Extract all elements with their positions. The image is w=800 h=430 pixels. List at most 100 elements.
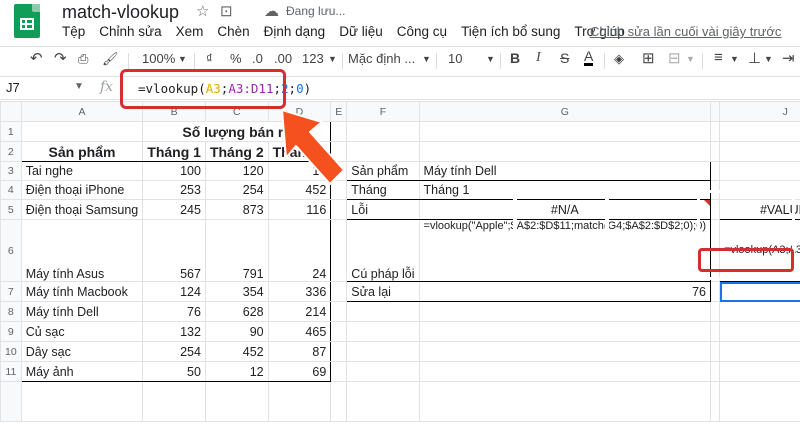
chevron-down-icon[interactable]: ▼: [686, 54, 695, 64]
cell-d5[interactable]: 116: [267, 199, 332, 220]
zoom-select[interactable]: 100%: [142, 51, 175, 66]
cell-a6[interactable]: Máy tính Asus: [20, 219, 144, 282]
cell-b6[interactable]: 567: [142, 219, 206, 282]
cell-c9[interactable]: 90: [204, 321, 269, 342]
cell-c6[interactable]: 791: [204, 219, 269, 282]
cell-b2[interactable]: Tháng 1: [142, 141, 206, 162]
borders-icon[interactable]: ⊞: [642, 49, 655, 67]
row-header-3[interactable]: 3: [0, 161, 22, 181]
cell-a1[interactable]: [20, 121, 144, 142]
cell-b9[interactable]: 132: [142, 321, 206, 342]
cell-c7[interactable]: 354: [204, 281, 269, 302]
spreadsheet-grid[interactable]: A B C D E F G J 1 Số lượng bán ra 2 Sản …: [0, 101, 800, 430]
cell-d9[interactable]: 465: [267, 321, 332, 342]
cell-a2[interactable]: Sản phẩm: [20, 141, 144, 162]
cell-j3[interactable]: [719, 161, 800, 181]
cell-b8[interactable]: 76: [142, 301, 206, 322]
vertical-align-icon[interactable]: ⊥: [748, 49, 761, 67]
row-header-1[interactable]: 1: [0, 121, 22, 142]
menu-item-edit[interactable]: Chỉnh sửa: [99, 24, 161, 42]
row-header-10[interactable]: 10: [0, 341, 22, 362]
paint-format-icon[interactable]: 🖌: [102, 51, 119, 67]
cell-g10[interactable]: [418, 341, 712, 362]
text-wrap-icon[interactable]: ⇥: [782, 49, 795, 67]
chevron-down-icon[interactable]: ▼: [486, 54, 495, 64]
cell-c5[interactable]: 873: [204, 199, 269, 220]
cell-c11[interactable]: 12: [204, 361, 269, 382]
cell-f6[interactable]: Cú pháp lỗi: [346, 219, 420, 282]
cell-j8[interactable]: [719, 301, 800, 322]
cell-e5[interactable]: [330, 199, 348, 220]
cell-f5[interactable]: Lỗi: [346, 199, 420, 220]
redo-icon[interactable]: ↷: [54, 49, 67, 67]
cell-a8[interactable]: Máy tính Dell: [20, 301, 144, 322]
cell-a9[interactable]: Củ sạc: [20, 321, 144, 342]
cell-f2[interactable]: [346, 141, 420, 162]
cell-g8[interactable]: [418, 301, 712, 322]
chevron-down-icon[interactable]: ▼: [74, 81, 84, 92]
cell-e7[interactable]: [330, 281, 348, 302]
row-header-8[interactable]: 8: [0, 301, 22, 322]
cell-j9[interactable]: [719, 321, 800, 342]
row-header-9[interactable]: 9: [0, 321, 22, 342]
cell-f3[interactable]: Sản phẩm: [346, 161, 420, 181]
chevron-down-icon[interactable]: ▼: [328, 54, 337, 64]
decrease-decimal-button[interactable]: .0: [252, 51, 263, 66]
cell-b11[interactable]: 50: [142, 361, 206, 382]
menu-item-file[interactable]: Tệp: [62, 24, 85, 42]
menu-item-insert[interactable]: Chèn: [217, 24, 249, 42]
font-size-select[interactable]: 10: [448, 51, 462, 66]
cell-b10[interactable]: 254: [142, 341, 206, 362]
cell-f4[interactable]: Tháng: [346, 180, 420, 200]
sheets-logo-icon[interactable]: [14, 4, 40, 38]
cell-d8[interactable]: 214: [267, 301, 332, 322]
cell-j11[interactable]: [719, 361, 800, 382]
bold-button[interactable]: B: [510, 50, 520, 66]
cell-f8[interactable]: [346, 301, 420, 322]
cell-f10[interactable]: [346, 341, 420, 362]
menu-item-format[interactable]: Định dạng: [264, 24, 326, 42]
hidden-columns-indicator[interactable]: [710, 101, 721, 122]
chevron-down-icon[interactable]: ▼: [764, 54, 773, 64]
cell-f9[interactable]: [346, 321, 420, 342]
cell-b3[interactable]: 100: [142, 161, 206, 181]
cell-j7-selected[interactable]: 100: [719, 281, 800, 302]
increase-decimal-button[interactable]: .00: [274, 51, 292, 66]
cell-c10[interactable]: 452: [204, 341, 269, 362]
menu-item-view[interactable]: Xem: [176, 24, 204, 42]
text-color-button[interactable]: A: [584, 49, 594, 66]
cell-g1[interactable]: [418, 121, 712, 142]
cell-a4[interactable]: Điện thoại iPhone: [20, 180, 144, 200]
cell-a7[interactable]: Máy tính Macbook: [20, 281, 144, 302]
cell-e9[interactable]: [330, 321, 348, 342]
cell-b4[interactable]: 253: [142, 180, 206, 200]
cell-e8[interactable]: [330, 301, 348, 322]
cell-g2[interactable]: [418, 141, 712, 162]
number-format-select[interactable]: 123: [302, 51, 324, 66]
cell-a5[interactable]: Điện thoại Samsung: [20, 199, 144, 220]
select-all-corner[interactable]: [0, 101, 22, 122]
cell-g3[interactable]: Máy tính Dell: [418, 161, 712, 181]
cell-e6[interactable]: [330, 219, 348, 282]
horizontal-align-icon[interactable]: ≡: [714, 49, 723, 66]
cell-c3[interactable]: 120: [204, 161, 269, 181]
cell-a3[interactable]: Tai nghe: [20, 161, 144, 181]
move-icon[interactable]: ⊡: [220, 2, 233, 20]
merge-cells-icon[interactable]: ⊟: [668, 49, 681, 67]
percent-button[interactable]: %: [230, 51, 242, 66]
name-box[interactable]: J7: [6, 80, 20, 95]
star-icon[interactable]: ☆: [196, 2, 209, 20]
cell-g9[interactable]: [418, 321, 712, 342]
cell-b5[interactable]: 245: [142, 199, 206, 220]
cell-e10[interactable]: [330, 341, 348, 362]
cell-f11[interactable]: [346, 361, 420, 382]
chevron-down-icon[interactable]: ▼: [422, 54, 431, 64]
chevron-down-icon[interactable]: ▼: [730, 54, 739, 64]
column-header-j[interactable]: J: [719, 101, 800, 122]
cell-d11[interactable]: 69: [267, 361, 332, 382]
cell-f1[interactable]: [346, 121, 420, 142]
row-header-7[interactable]: 7: [0, 281, 22, 302]
row-header-4[interactable]: 4: [0, 180, 22, 200]
cell-c8[interactable]: 628: [204, 301, 269, 322]
last-edit-link[interactable]: Chỉnh sửa lần cuối vài giây trước: [590, 24, 781, 39]
